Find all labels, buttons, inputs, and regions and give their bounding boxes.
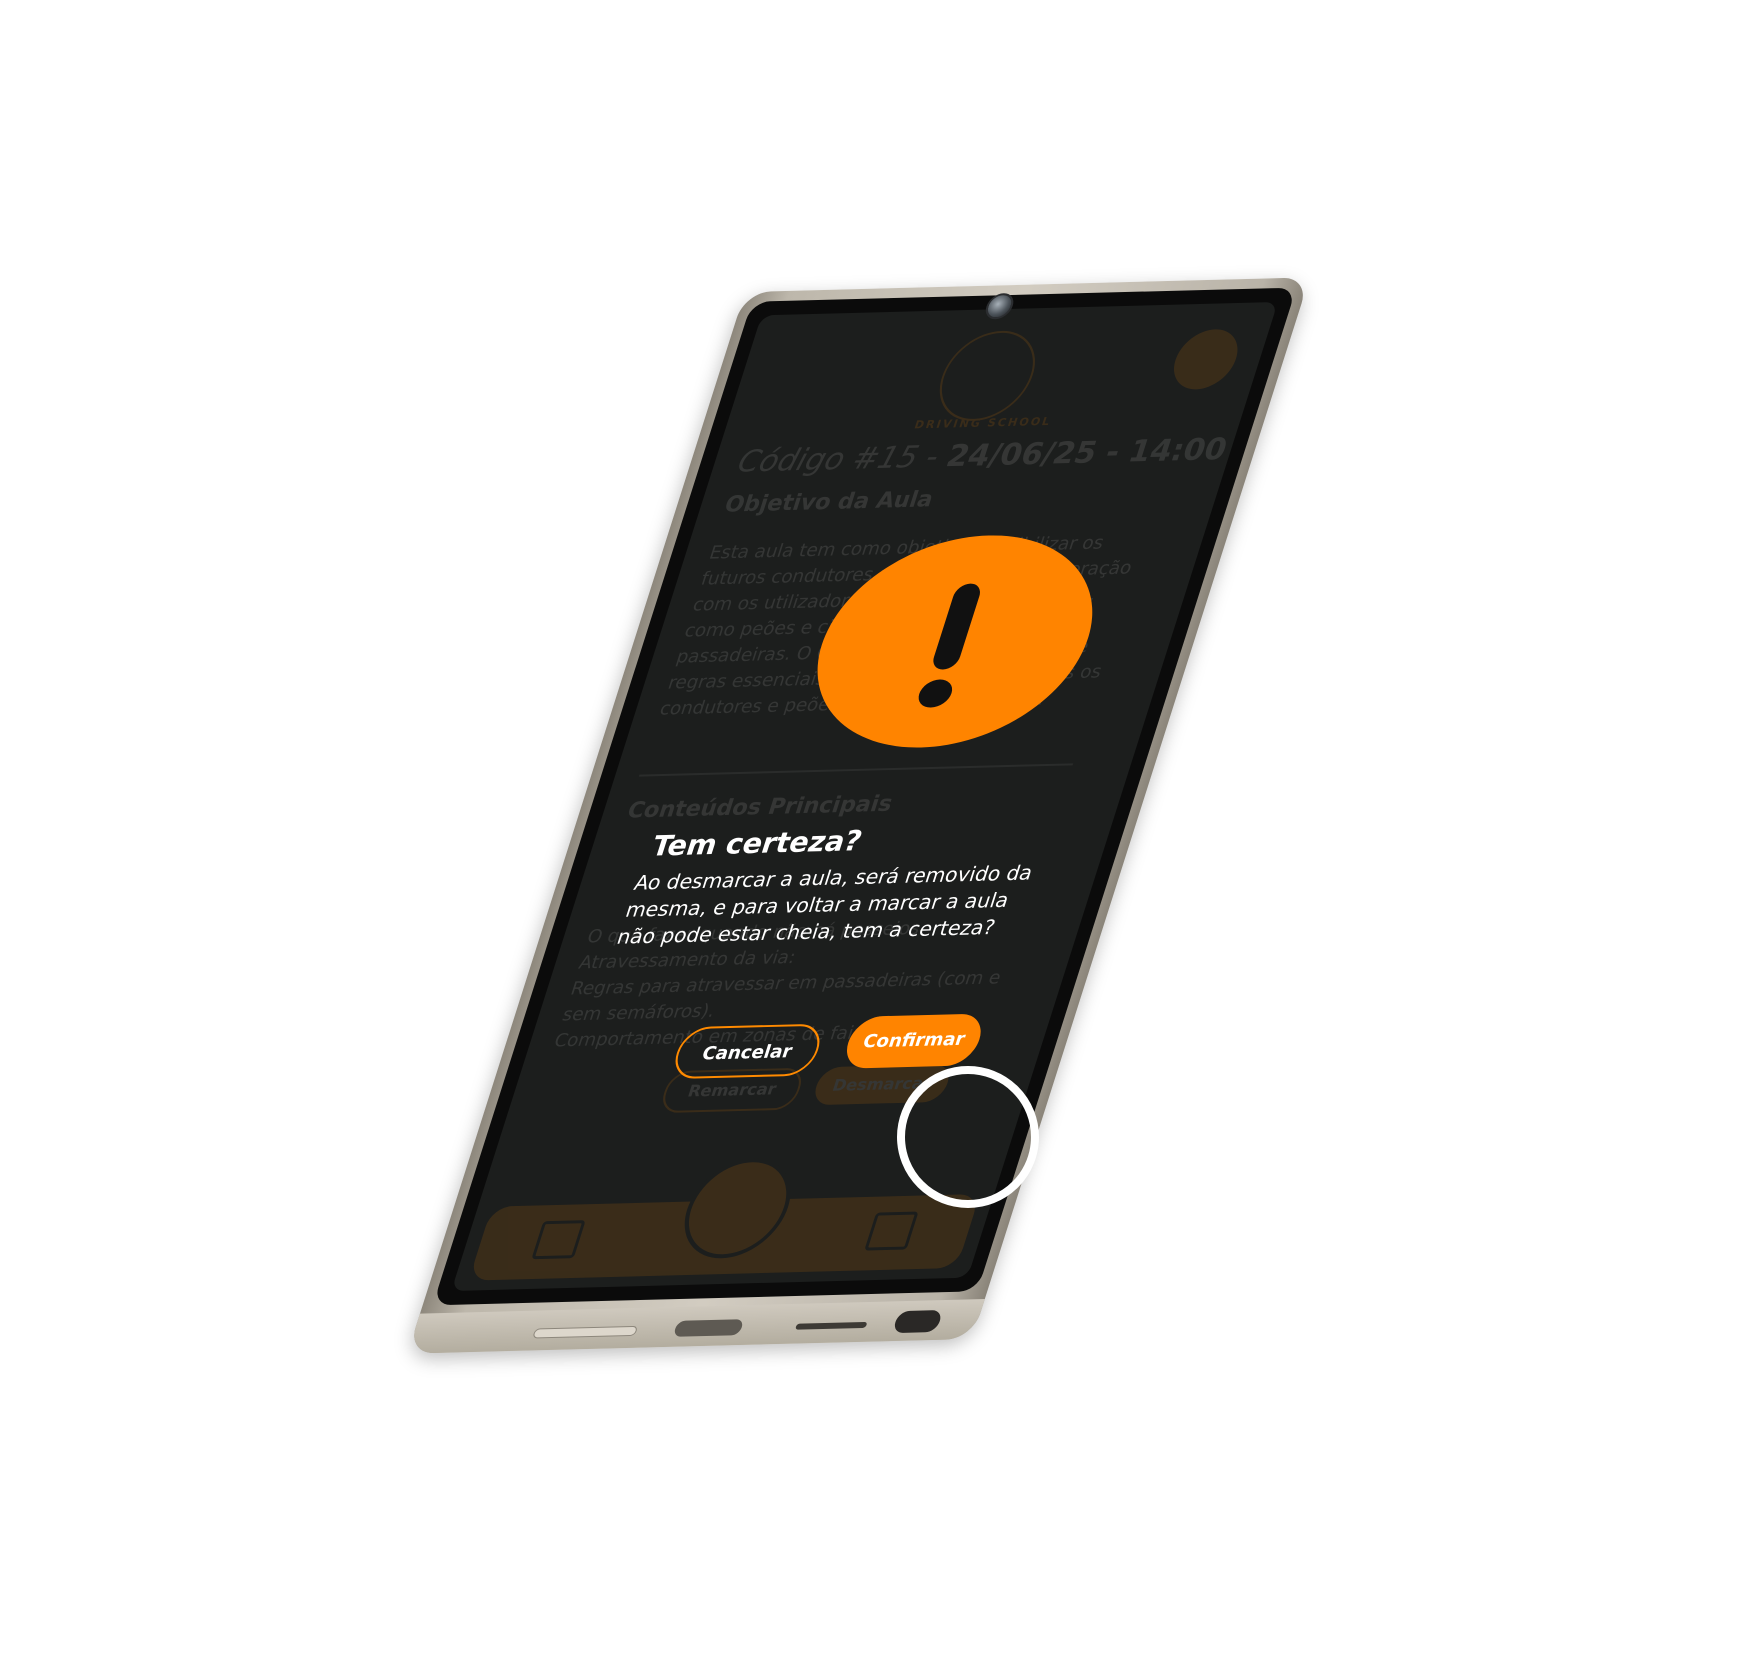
modal-message: Ao desmarcar a aula, será removido da me… xyxy=(614,860,1037,949)
mockup-stage: DRIVING SCHOOL Código #15 - 24/06/25 - 1… xyxy=(0,0,1762,1677)
modal-overlay xyxy=(451,302,1278,1291)
phone-device: DRIVING SCHOOL Código #15 - 24/06/25 - 1… xyxy=(407,277,1310,1354)
stylus-slot xyxy=(891,1309,944,1334)
phone-bezel: DRIVING SCHOOL Código #15 - 24/06/25 - 1… xyxy=(432,287,1297,1306)
speaker-grille xyxy=(794,1321,868,1330)
modal-title: Tem certeza? xyxy=(647,824,867,863)
sim-tray xyxy=(532,1325,639,1339)
exclamation-dot xyxy=(914,679,956,708)
usb-port xyxy=(672,1319,745,1337)
phone-screen: DRIVING SCHOOL Código #15 - 24/06/25 - 1… xyxy=(451,301,1279,1292)
tap-highlight-ring xyxy=(897,1066,1039,1208)
exclamation-bar xyxy=(929,583,984,670)
